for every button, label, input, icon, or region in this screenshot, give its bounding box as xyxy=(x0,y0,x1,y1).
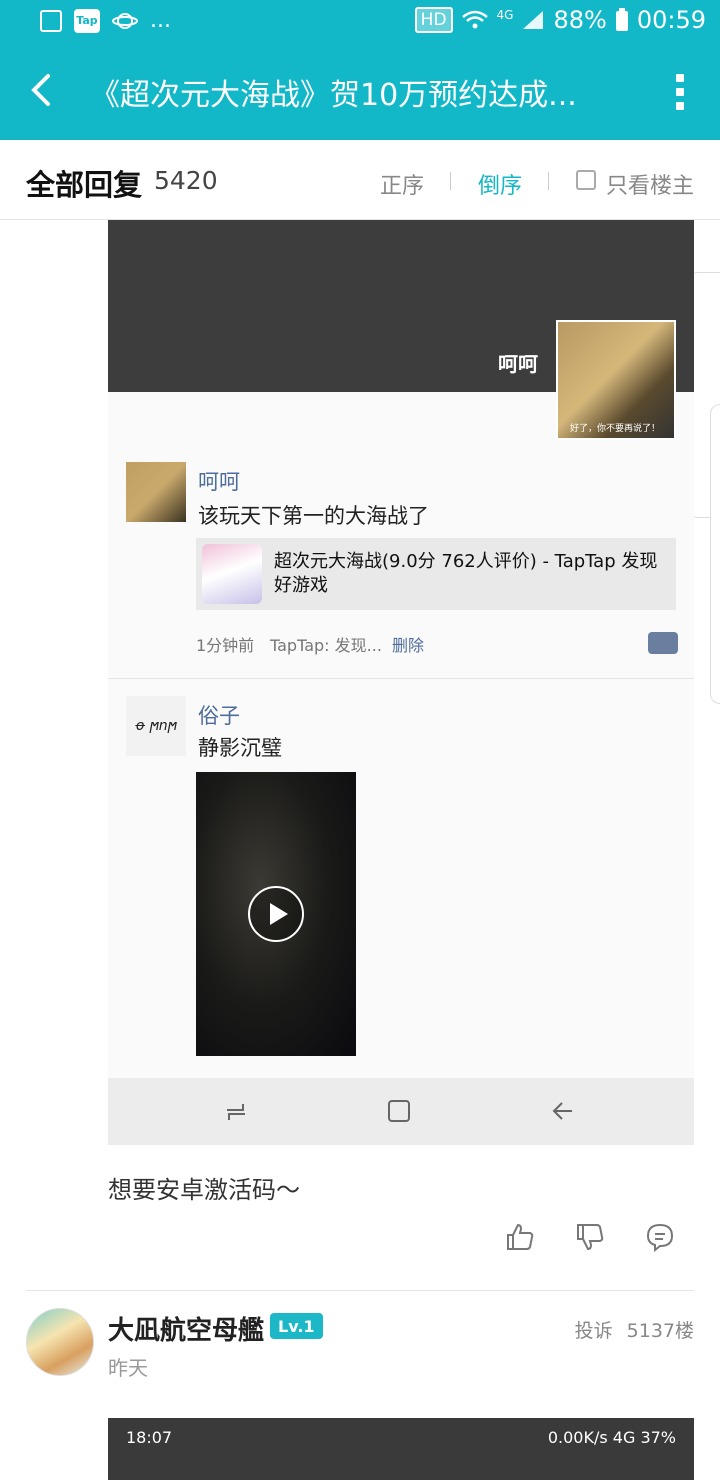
play-icon xyxy=(248,886,304,942)
report-button[interactable]: 投诉 xyxy=(575,1320,613,1342)
game-thumbnail xyxy=(202,544,262,604)
embedded-nav-bar xyxy=(108,1078,694,1145)
only-op-toggle[interactable]: 只看楼主 xyxy=(606,168,694,200)
post-image[interactable]: 18:07 0.00K/s 4G 37% xyxy=(108,1418,694,1480)
comment-icon[interactable] xyxy=(645,1222,675,1252)
comment-username: 呵呵 xyxy=(198,470,240,494)
comment-time: 1分钟前 xyxy=(196,636,255,655)
video-thumbnail xyxy=(196,772,356,1056)
clock: 00:59 xyxy=(636,6,706,34)
divider xyxy=(548,172,549,190)
comment-username: 俗子 xyxy=(198,704,240,728)
reply-count: 5420 xyxy=(154,166,218,195)
comment-text: 静影沉璧 xyxy=(198,736,282,760)
comment-text: 该玩天下第一的大海战了 xyxy=(198,504,429,528)
delete-link: 删除 xyxy=(392,636,425,655)
post-username[interactable]: 大凪航空母艦 xyxy=(108,1310,264,1347)
chevron-left-icon[interactable] xyxy=(22,70,62,110)
divider xyxy=(108,678,694,679)
sticker-image: 好了，你不要再说了！ xyxy=(556,320,676,440)
avatar: ꝋ ϻnϻ xyxy=(126,696,186,756)
overlay-text: 呵呵 xyxy=(498,352,538,376)
embedded-status-time: 18:07 xyxy=(126,1428,173,1447)
comment-source: TapTap: 发现... xyxy=(270,636,382,655)
thumbs-down-icon[interactable] xyxy=(575,1222,605,1252)
embedded-status-info: 0.00K/s 4G 37% xyxy=(547,1428,676,1447)
sort-descending-button[interactable]: 倒序 xyxy=(478,168,522,200)
post-image[interactable]: 呵呵 好了，你不要再说了！ 呵呵 该玩天下第一的大海战了 超次元大海战(9.0分… xyxy=(108,220,694,1145)
signal-icon xyxy=(523,11,544,29)
vertical-dots-icon[interactable] xyxy=(676,74,686,110)
post-meta: 投诉 5137楼 xyxy=(575,1316,694,1343)
home-icon xyxy=(388,1100,410,1122)
planet-icon xyxy=(112,12,138,29)
wifi-icon xyxy=(461,10,488,29)
sort-ascending-button[interactable]: 正序 xyxy=(380,168,424,200)
app-header: 《超次元大海战》贺10万预约达成... xyxy=(0,42,720,140)
post-time: 昨天 xyxy=(108,1356,148,1380)
comment-icon xyxy=(648,632,678,654)
page-title: 《超次元大海战》贺10万预约达成... xyxy=(90,78,577,113)
divider xyxy=(450,172,451,190)
status-bar: Tap ... HD 4G 88% 00:59 xyxy=(0,0,720,42)
recent-apps-icon xyxy=(227,1104,245,1120)
checkbox-icon[interactable] xyxy=(576,170,596,190)
level-badge: Lv.1 xyxy=(270,1313,323,1339)
hd-badge: HD xyxy=(414,7,453,33)
gallery-icon xyxy=(40,9,62,32)
replies-title: 全部回复 xyxy=(26,168,143,202)
avatar[interactable] xyxy=(26,1308,94,1376)
link-card: 超次元大海战(9.0分 762人评价) - TapTap 发现好游戏 xyxy=(196,538,676,610)
avatar xyxy=(126,462,186,522)
side-handle xyxy=(710,404,720,704)
back-icon xyxy=(552,1102,572,1120)
thumbs-up-icon[interactable] xyxy=(505,1222,535,1252)
floor-number: 5137楼 xyxy=(626,1320,694,1342)
sticker-caption: 好了，你不要再说了！ xyxy=(570,424,661,434)
divider xyxy=(26,1290,694,1291)
taptap-icon: Tap xyxy=(74,8,100,33)
more-notifications: ... xyxy=(150,8,171,33)
post-text: 想要安卓激活码～ xyxy=(108,1176,300,1204)
link-card-text: 超次元大海战(9.0分 762人评价) - TapTap 发现好游戏 xyxy=(274,551,658,596)
network-type: 4G xyxy=(496,8,514,22)
replies-toolbar: 全部回复 5420 正序 倒序 只看楼主 xyxy=(0,140,720,220)
battery-percent: 88% xyxy=(553,6,607,34)
battery-icon xyxy=(615,8,628,31)
